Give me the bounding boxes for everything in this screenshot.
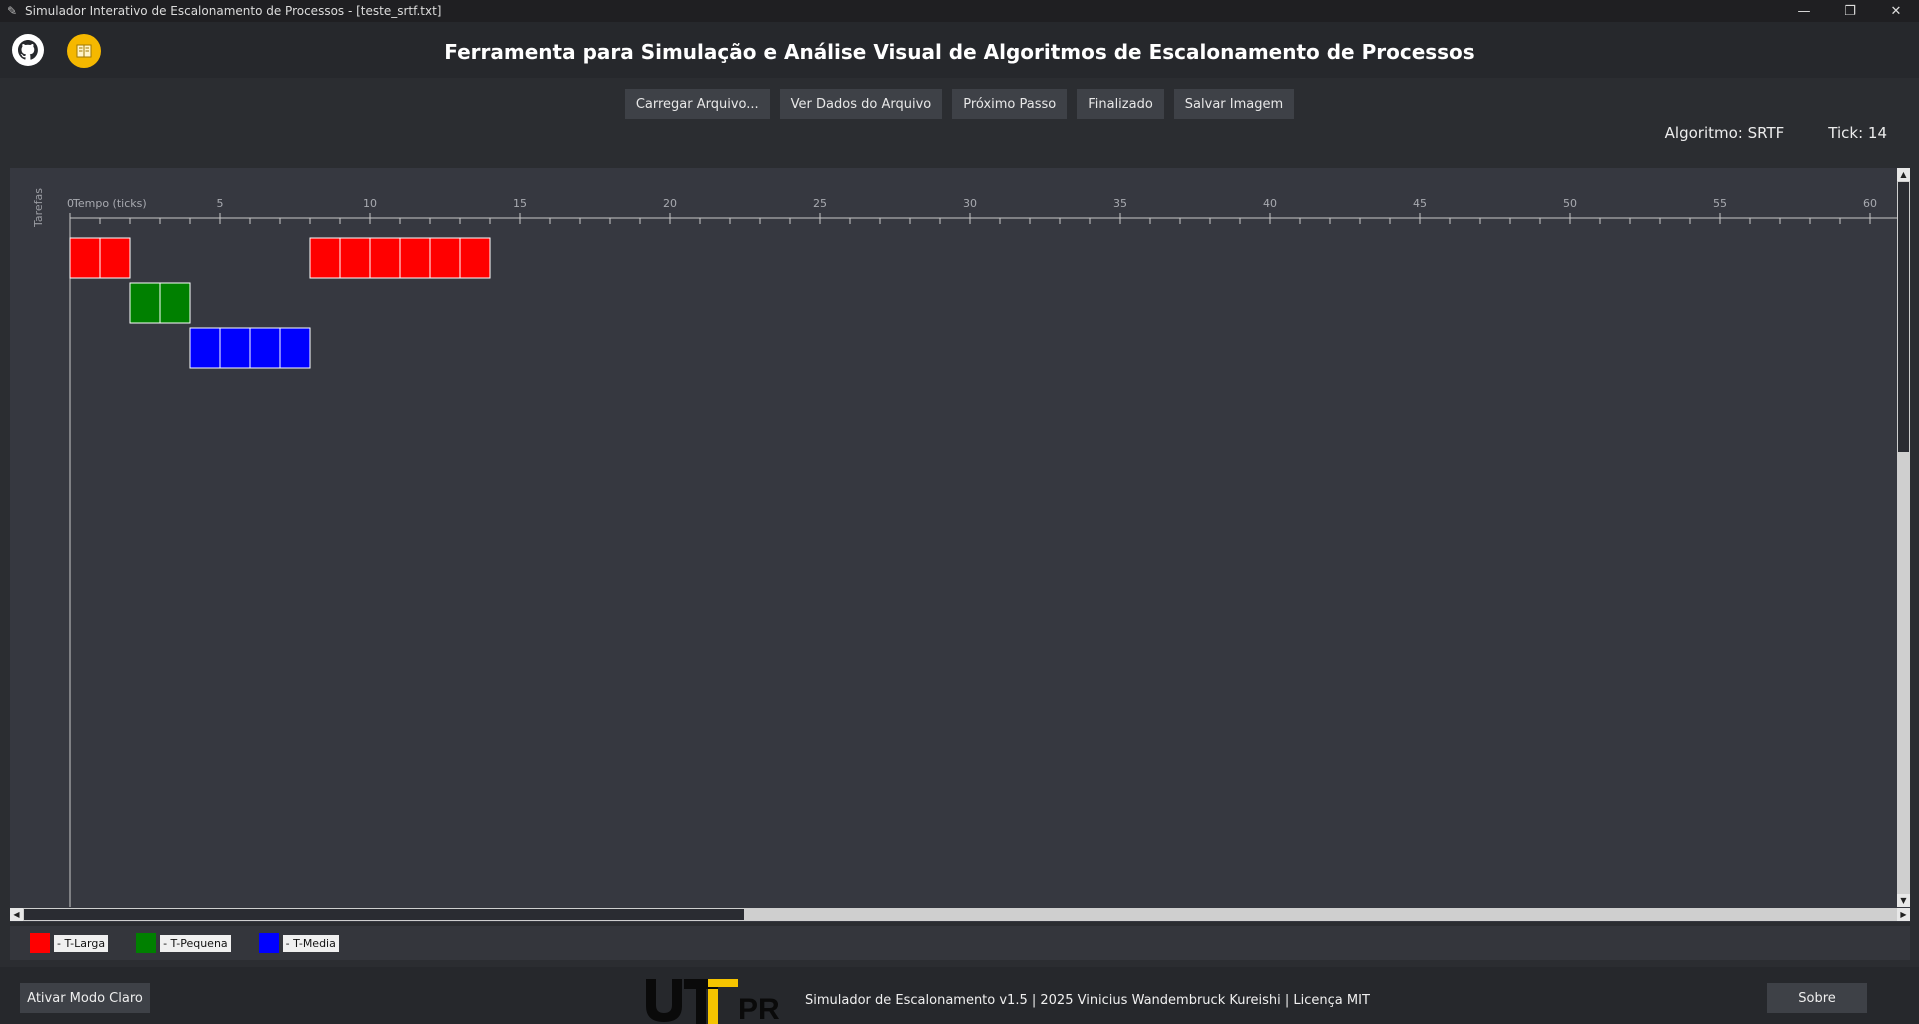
gantt-block-t-larga — [99, 237, 131, 279]
x-axis-label: Tempo (ticks) — [72, 197, 147, 210]
gantt-block-t-larga — [309, 237, 341, 279]
x-tick-label: 40 — [1263, 197, 1277, 210]
x-tick-label: 35 — [1113, 197, 1127, 210]
next-step-button[interactable]: Próximo Passo — [952, 89, 1068, 119]
legend-item-t-pequena: - T-Pequena — [136, 933, 231, 953]
gantt-chart: Tarefas 0 5 10 15 20 25 30 35 40 45 50 55 60Tempo (ti… — [32, 188, 1897, 907]
credit-text: Simulador de Escalonamento v1.5 | 2025 V… — [805, 993, 1370, 1008]
scroll-right-icon[interactable]: ▶ — [1897, 908, 1910, 921]
x-tick-label: 60 — [1863, 197, 1877, 210]
save-image-button[interactable]: Salvar Imagem — [1173, 89, 1295, 119]
about-button[interactable]: Sobre — [1767, 983, 1867, 1013]
vertical-scroll-thumb[interactable] — [1898, 182, 1909, 452]
close-button[interactable]: ✕ — [1873, 0, 1919, 22]
legend-swatch — [136, 933, 157, 953]
window-controls: — ❐ ✕ — [1781, 0, 1919, 22]
gantt-block-t-media — [249, 327, 281, 369]
app-header: Ferramenta para Simulação e Análise Visu… — [0, 22, 1919, 78]
legend-swatch — [258, 933, 279, 953]
minimize-button[interactable]: — — [1781, 0, 1827, 22]
legend-label: - T-Pequena — [160, 934, 231, 952]
view-file-data-button[interactable]: Ver Dados do Arquivo — [779, 89, 943, 119]
legend-label: - T-Larga — [54, 934, 109, 952]
finished-button[interactable]: Finalizado — [1077, 89, 1164, 119]
x-tick-label: 45 — [1413, 197, 1427, 210]
legend-item-t-media: - T-Media — [258, 933, 339, 953]
window-title: Simulador Interativo de Escalonamento de… — [25, 4, 442, 18]
gantt-block-t-larga — [369, 237, 401, 279]
x-tick-label: 10 — [363, 197, 377, 210]
x-tick-label: 5 — [217, 197, 224, 210]
x-tick-label: 20 — [663, 197, 677, 210]
maximize-button[interactable]: ❐ — [1827, 0, 1873, 22]
y-axis-label: Tarefas — [32, 188, 45, 228]
gantt-block-t-media — [279, 327, 311, 369]
scroll-up-icon[interactable]: ▲ — [1897, 168, 1910, 181]
legend-label: - T-Media — [282, 934, 339, 952]
svg-text:PR: PR — [738, 993, 780, 1024]
app-footer: Ativar Modo Claro PR Simulador de Escalo… — [0, 967, 1919, 1024]
page-title: Ferramenta para Simulação e Análise Visu… — [444, 40, 1475, 64]
toolbar: Carregar Arquivo... Ver Dados do Arquivo… — [0, 89, 1919, 119]
vertical-scrollbar[interactable]: ▲ ▼ — [1897, 168, 1910, 907]
feather-icon: ✎ — [7, 4, 18, 18]
gantt-block-t-larga — [429, 237, 461, 279]
legend-swatch — [30, 933, 50, 953]
scroll-left-icon[interactable]: ◀ — [10, 908, 23, 921]
algorithm-label: Algoritmo: SRTF — [1664, 124, 1785, 142]
gantt-block-t-media — [219, 327, 251, 369]
gantt-block-t-larga — [69, 237, 101, 279]
chart-legend: - T-Larga - T-Pequena - T-Media — [10, 926, 1910, 960]
gantt-block-t-larga — [399, 237, 431, 279]
scroll-down-icon[interactable]: ▼ — [1897, 894, 1910, 907]
tick-counter: Tick: 14 — [1828, 124, 1887, 142]
x-tick-label: 55 — [1713, 197, 1727, 210]
gantt-block-t-pequena — [129, 282, 161, 324]
x-tick-label: 50 — [1563, 197, 1577, 210]
horizontal-scroll-thumb[interactable] — [24, 909, 744, 920]
window-titlebar: ✎ Simulador Interativo de Escalonamento … — [0, 0, 1919, 22]
gantt-chart-panel: Tarefas 0 5 10 15 20 25 30 35 40 45 50 55 60 Tempo (ti… — [10, 168, 1910, 922]
gantt-block-t-larga — [459, 237, 491, 279]
x-tick-label: 25 — [813, 197, 827, 210]
gantt-block-t-larga — [339, 237, 371, 279]
gantt-block-t-pequena — [159, 282, 191, 324]
x-tick-label: 15 — [513, 197, 527, 210]
light-mode-button[interactable]: Ativar Modo Claro — [20, 983, 150, 1013]
simulation-status: Algoritmo: SRTF Tick: 14 — [1665, 124, 1887, 142]
utfpr-logo: PR — [646, 979, 780, 1024]
horizontal-scrollbar[interactable]: ◀ ▶ — [10, 908, 1910, 921]
legend-item-t-larga: - T-Larga — [30, 933, 109, 953]
gantt-block-t-media — [189, 327, 221, 369]
load-file-button[interactable]: Carregar Arquivo... — [624, 89, 770, 119]
x-tick-label: 30 — [963, 197, 977, 210]
